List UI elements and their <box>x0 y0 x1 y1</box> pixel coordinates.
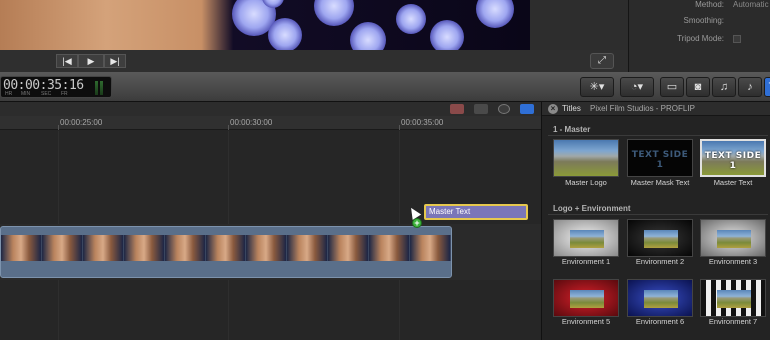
add-badge-icon: + <box>412 218 422 228</box>
snapping-icon[interactable] <box>498 104 510 114</box>
titles-browser-icon[interactable]: T <box>764 77 770 97</box>
photo-browser-icon[interactable]: ◙ <box>686 77 710 97</box>
title-thumbnail-master-text[interactable]: TEXT SIDE 1 <box>700 139 766 177</box>
magic-wand-icon[interactable]: ✳▾ <box>580 77 614 97</box>
clip-thumbnail <box>164 235 206 261</box>
close-icon[interactable]: × <box>548 104 558 114</box>
title-label: Master Mask Text <box>630 178 690 187</box>
timecode-unit: FR <box>61 91 68 97</box>
title-label: Environment 6 <box>635 317 685 326</box>
clip-thumbnail <box>205 235 247 261</box>
timeline-ruler[interactable]: 00:00:25:00 00:00:30:00 00:00:35:00 <box>0 116 541 130</box>
clip-thumbnail <box>123 235 165 261</box>
browser-title: Titles <box>562 104 581 113</box>
clip-appearance-icon[interactable] <box>474 104 488 114</box>
bokeh-light <box>430 20 464 50</box>
video-preview <box>0 0 530 50</box>
preview-image <box>717 290 751 308</box>
title-label: Master Logo <box>565 178 607 187</box>
viewer: |◀ ▶ ▶| ⤢ <box>0 0 628 72</box>
audio-meter <box>95 81 98 95</box>
timecode-unit: SEC <box>41 91 52 97</box>
title-thumbnail-master-mask-text[interactable]: TEXT SIDE 1 <box>627 139 693 177</box>
browser-subtitle: Pixel Film Studios - PROFLIP <box>590 104 695 113</box>
clip-thumbnail <box>41 235 83 261</box>
tripod-mode-label: Tripod Mode: <box>677 34 724 43</box>
clip-filmstrip <box>1 235 451 261</box>
viewer-controls: |◀ ▶ ▶| ⤢ <box>0 50 628 72</box>
audio-meter <box>100 81 103 95</box>
skip-back-icon[interactable]: |◀ <box>56 54 78 68</box>
ruler-tick <box>228 125 229 130</box>
timecode-display[interactable]: 00:00:35:16 HR MIN SEC FR <box>0 76 112 98</box>
title-thumbnail-environment-7[interactable] <box>700 279 766 317</box>
method-label: Method: <box>695 0 724 9</box>
preview-image <box>644 290 678 308</box>
clip-thumbnail <box>328 235 370 261</box>
ruler-tick <box>399 125 400 130</box>
bokeh-light <box>396 4 426 34</box>
preview-image <box>717 230 751 248</box>
video-clip[interactable] <box>0 226 452 278</box>
bokeh-light <box>476 0 514 28</box>
section-title: Logo + Environment <box>553 204 631 213</box>
title-thumbnail-environment-6[interactable] <box>627 279 693 317</box>
titles-browser: × Titles Pixel Film Studios - PROFLIP 1 … <box>541 102 770 340</box>
clip-thumbnail <box>287 235 329 261</box>
tripod-mode-checkbox[interactable] <box>733 35 741 43</box>
title-thumbnail-environment-2[interactable] <box>627 219 693 257</box>
ruler-label: 00:00:35:00 <box>401 118 444 127</box>
title-thumbnail-environment-3[interactable] <box>700 219 766 257</box>
bokeh-light <box>268 18 302 50</box>
preview-text: TEXT SIDE 1 <box>704 151 762 171</box>
clip-thumbnail <box>1 235 42 261</box>
title-label: Environment 7 <box>708 317 758 326</box>
title-clip[interactable]: Master Text <box>424 204 528 220</box>
fullscreen-icon[interactable]: ⤢ <box>590 53 614 69</box>
title-label: Master Text <box>713 178 753 187</box>
music-browser-icon[interactable]: ♫ <box>712 77 736 97</box>
clip-thumbnail <box>246 235 288 261</box>
browser-header: × Titles Pixel Film Studios - PROFLIP <box>542 102 770 116</box>
clip-browser-icon[interactable]: ▭ <box>660 77 684 97</box>
timeline: 00:00:25:00 00:00:30:00 00:00:35:00 Mast… <box>0 102 541 340</box>
retime-icon[interactable]: ◔▾ <box>620 77 654 97</box>
preview-image <box>570 290 604 308</box>
section-divider <box>548 214 768 215</box>
titles-browser-icon[interactable]: ♪ <box>738 77 762 97</box>
title-thumbnail-master-logo[interactable] <box>553 139 619 177</box>
skip-forward-icon[interactable]: ▶| <box>104 54 126 68</box>
title-label: Environment 2 <box>635 257 685 266</box>
title-label: Environment 5 <box>561 317 611 326</box>
timeline-header <box>0 102 541 116</box>
title-thumbnail-environment-5[interactable] <box>553 279 619 317</box>
clip-thumbnail <box>369 235 411 261</box>
title-label: Environment 3 <box>708 257 758 266</box>
bokeh-light <box>314 0 354 26</box>
preview-text: TEXT SIDE 1 <box>631 150 689 170</box>
play-icon[interactable]: ▶ <box>78 54 104 68</box>
solo-icon[interactable] <box>520 104 534 114</box>
bokeh-light <box>350 22 386 50</box>
section-divider <box>548 135 768 136</box>
timecode-unit: HR <box>5 91 13 97</box>
preview-image <box>644 230 678 248</box>
ruler-label: 00:00:25:00 <box>60 118 103 127</box>
preview-image <box>570 230 604 248</box>
title-label: Environment 1 <box>561 257 611 266</box>
clip-thumbnail <box>410 235 451 261</box>
smoothing-label: Smoothing: <box>683 16 724 25</box>
inspector-panel: Method: Automatic Smoothing: Tripod Mode… <box>628 0 770 72</box>
method-value[interactable]: Automatic <box>733 0 769 9</box>
timecode-unit: MIN <box>21 91 31 97</box>
ruler-label: 00:00:30:00 <box>230 118 273 127</box>
clip-thumbnail <box>82 235 124 261</box>
audio-skimming-icon[interactable] <box>450 104 464 114</box>
title-thumbnail-environment-1[interactable] <box>553 219 619 257</box>
ruler-tick <box>58 125 59 130</box>
toolbar: 00:00:35:16 HR MIN SEC FR ✳▾ ◔▾ ▭ ◙ ♫ ♪ … <box>0 72 770 102</box>
section-title: 1 - Master <box>553 125 591 134</box>
